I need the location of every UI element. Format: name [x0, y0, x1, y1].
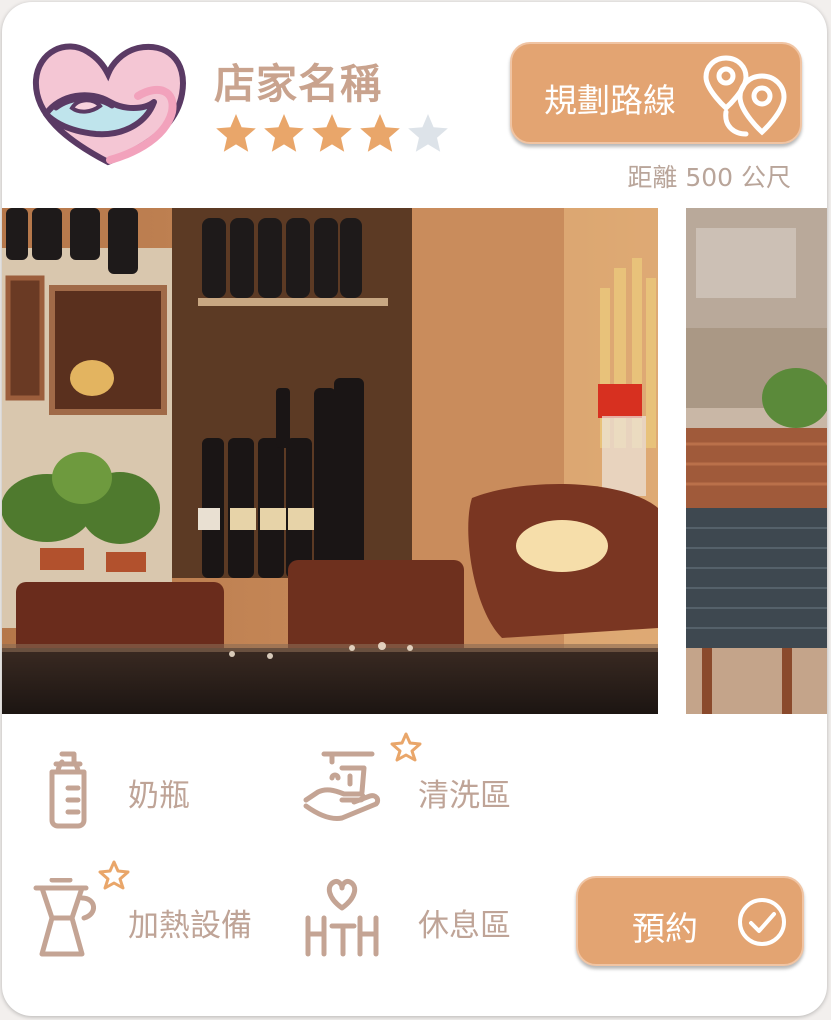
plan-route-button[interactable]: 規劃路線	[510, 42, 802, 144]
map-pins-route-icon	[703, 55, 787, 137]
star-filled-icon	[312, 114, 352, 152]
heart-hands-logo	[32, 43, 186, 166]
kettle-heater-icon	[33, 878, 96, 957]
featured-star-icon	[390, 732, 422, 762]
next-shop-photo[interactable]	[686, 208, 827, 714]
amenity-label: 加熱設備	[128, 908, 252, 944]
book-label: 預約	[632, 909, 698, 948]
rating-stars	[214, 112, 450, 156]
restaurant-interior-image	[2, 208, 658, 714]
rest-area-heart-icon	[305, 879, 379, 957]
baby-bottle-icon	[49, 751, 87, 829]
amenity-label: 奶瓶	[128, 778, 190, 814]
star-empty-icon	[408, 114, 448, 152]
shop-name: 店家名稱	[214, 60, 382, 108]
check-circle-icon	[738, 898, 786, 946]
shop-card: 店家名稱 規劃路線 距離 500 公尺 奶瓶 清洗區 加熱設備 休息區 預約	[2, 2, 827, 1016]
distance-text: 距離 500 公尺	[627, 163, 791, 192]
amenity-label: 休息區	[418, 908, 511, 944]
hand-washing-icon	[303, 751, 381, 821]
star-filled-icon	[216, 114, 256, 152]
plan-route-label: 規劃路線	[544, 81, 676, 120]
star-filled-icon	[264, 114, 304, 152]
shop-photo[interactable]	[2, 208, 658, 714]
book-button[interactable]: 預約	[576, 876, 804, 966]
featured-star-icon	[98, 860, 130, 890]
amenity-label: 清洗區	[418, 778, 511, 814]
cafe-chair-image	[686, 208, 827, 714]
star-filled-icon	[360, 114, 400, 152]
